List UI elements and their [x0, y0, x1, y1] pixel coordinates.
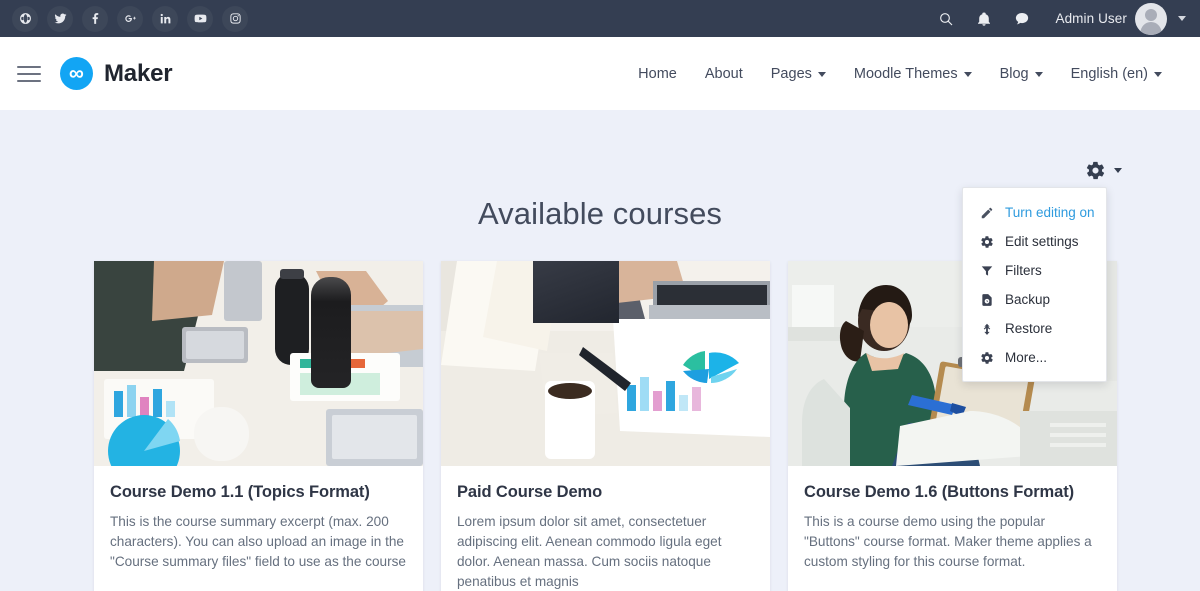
nav-item-about[interactable]: About	[691, 58, 757, 90]
course-card-body: Paid Course Demo Lorem ipsum dolor sit a…	[441, 466, 770, 591]
backup-file-icon	[979, 293, 994, 307]
user-name-label[interactable]: Admin User	[1055, 11, 1127, 26]
search-icon[interactable]	[931, 4, 961, 34]
nav-item-pages[interactable]: Pages	[757, 58, 840, 90]
primary-navigation: Home About Pages Moodle Themes Blog Engl…	[624, 58, 1176, 90]
avatar[interactable]	[1135, 2, 1167, 35]
top-utility-actions: Admin User	[923, 2, 1186, 35]
chevron-down-icon[interactable]	[1178, 16, 1186, 21]
menu-item-filters[interactable]: Filters	[963, 256, 1106, 285]
menu-item-label: Filters	[1005, 263, 1042, 278]
course-title: Paid Course Demo	[457, 483, 603, 501]
facebook-icon[interactable]	[82, 5, 108, 32]
gear-icon	[1086, 161, 1105, 180]
nav-label: English (en)	[1070, 65, 1148, 82]
instagram-icon[interactable]	[222, 5, 248, 32]
chevron-down-icon	[1114, 168, 1122, 173]
menu-item-edit-settings[interactable]: Edit settings	[963, 227, 1106, 256]
course-card[interactable]: Course Demo 1.1 (Topics Format) This is …	[94, 261, 423, 591]
bell-icon[interactable]	[969, 4, 999, 34]
course-administration-menu: Turn editing on Edit settings Filters Ba…	[962, 187, 1107, 382]
chevron-down-icon	[1034, 72, 1043, 77]
brand-logo-link[interactable]: ∞ Maker	[60, 57, 173, 90]
brand-name: Maker	[104, 59, 173, 87]
infinity-icon: ∞	[60, 57, 93, 90]
menu-item-turn-editing-on[interactable]: Turn editing on	[963, 198, 1106, 227]
course-summary: Lorem ipsum dolor sit amet, consectetuer…	[457, 514, 722, 589]
nav-label: Blog	[999, 65, 1029, 82]
page-content: Turn editing on Edit settings Filters Ba…	[0, 110, 1200, 591]
nav-item-home[interactable]: Home	[624, 58, 691, 90]
linkedin-icon[interactable]	[152, 5, 178, 32]
course-title: Course Demo 1.1 (Topics Format)	[110, 483, 370, 501]
social-links	[12, 5, 248, 32]
nav-item-moodle-themes[interactable]: Moodle Themes	[840, 58, 986, 90]
course-thumbnail	[441, 261, 770, 466]
gear-icon	[979, 351, 994, 365]
menu-item-label: Edit settings	[1005, 234, 1079, 249]
youtube-icon[interactable]	[187, 5, 213, 32]
course-administration-gear-button[interactable]	[1085, 160, 1122, 181]
main-navbar: ∞ Maker Home About Pages Moodle Themes B…	[0, 37, 1200, 110]
menu-item-more[interactable]: More...	[963, 343, 1106, 372]
course-thumbnail	[94, 261, 423, 466]
nav-label: Home	[638, 65, 677, 82]
menu-item-label: Backup	[1005, 292, 1051, 307]
course-summary: This is a course demo using the popular …	[804, 514, 1092, 569]
menu-item-backup[interactable]: Backup	[963, 285, 1106, 314]
message-icon[interactable]	[1007, 4, 1037, 34]
course-title: Course Demo 1.6 (Buttons Format)	[804, 483, 1074, 501]
menu-item-label: More...	[1005, 350, 1048, 365]
menu-item-label: Turn editing on	[1005, 205, 1095, 220]
nav-item-language[interactable]: English (en)	[1057, 58, 1176, 90]
course-card-body: Course Demo 1.6 (Buttons Format) This is…	[788, 466, 1117, 586]
pencil-icon	[979, 206, 994, 220]
chevron-down-icon	[1154, 72, 1162, 77]
menu-item-label: Restore	[1005, 321, 1053, 336]
gear-icon	[979, 235, 994, 249]
hamburger-menu-icon[interactable]	[12, 59, 46, 89]
nav-label: About	[704, 65, 743, 82]
menu-item-restore[interactable]: Restore	[963, 314, 1106, 343]
course-card-body: Course Demo 1.1 (Topics Format) This is …	[94, 466, 423, 586]
nav-item-blog[interactable]: Blog	[986, 58, 1057, 90]
course-card[interactable]: Paid Course Demo Lorem ipsum dolor sit a…	[441, 261, 770, 591]
chevron-down-icon	[963, 72, 972, 77]
nav-label: Moodle Themes	[853, 65, 958, 82]
google-plus-icon[interactable]	[117, 5, 143, 32]
nav-label: Pages	[770, 65, 812, 82]
globe-icon[interactable]	[12, 5, 38, 32]
restore-upload-icon	[979, 322, 994, 336]
chevron-down-icon	[817, 72, 826, 77]
top-utility-bar: Admin User	[0, 0, 1200, 37]
funnel-icon	[979, 264, 994, 278]
course-summary: This is the course summary excerpt (max.…	[110, 514, 406, 569]
twitter-icon[interactable]	[47, 5, 73, 32]
